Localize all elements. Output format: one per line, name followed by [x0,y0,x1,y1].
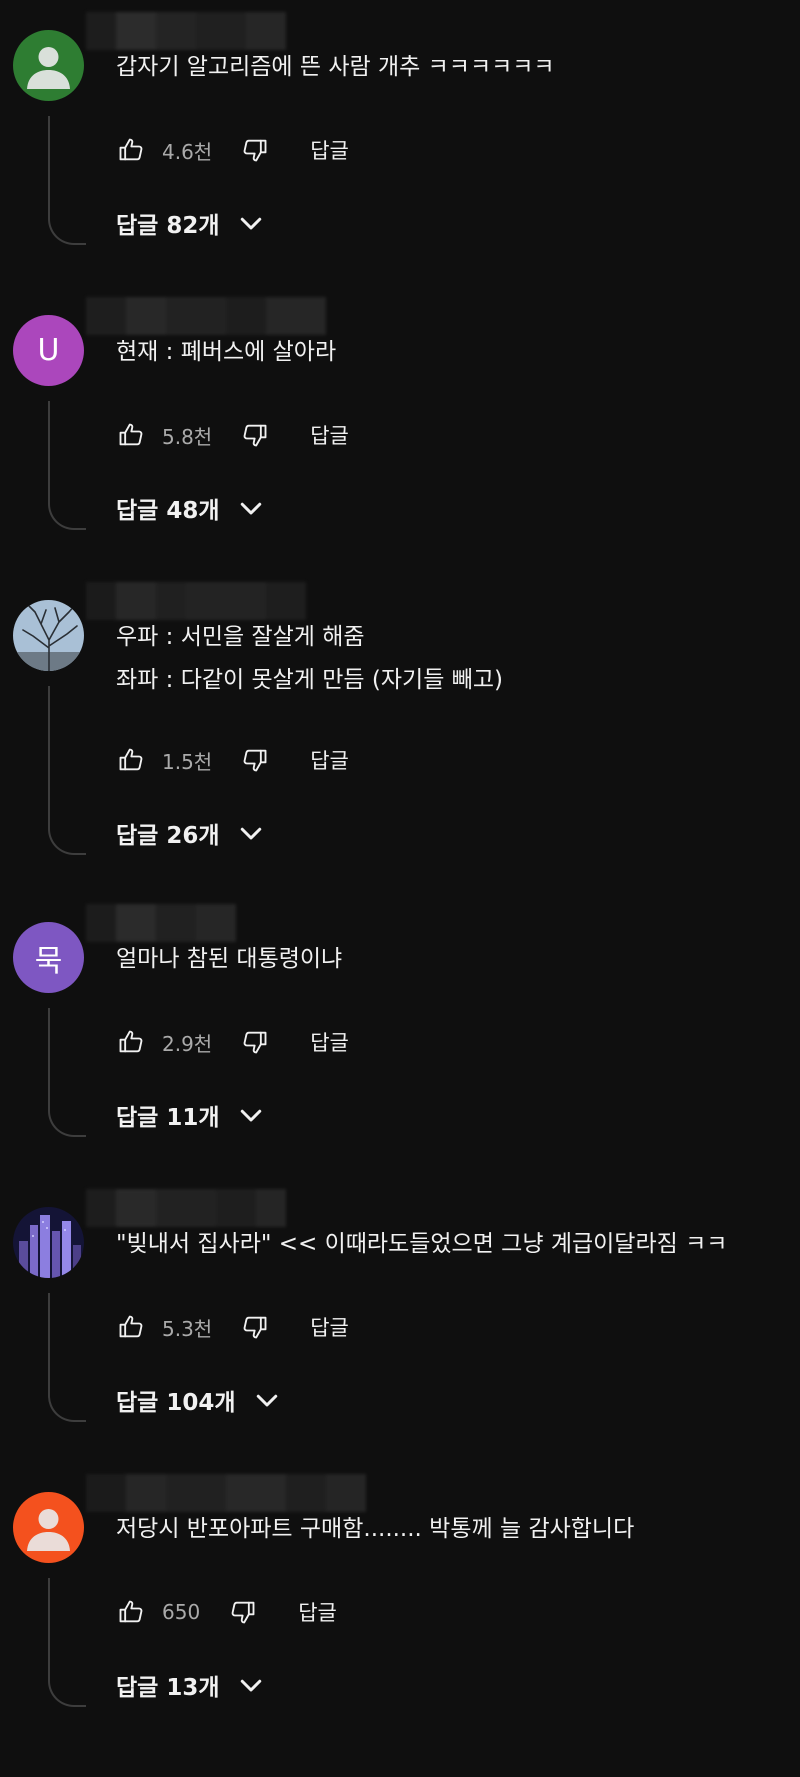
comment-item: 저당시 반포아파트 구매함........ 박통께 늘 감사합니다 650 답글답글… [0,1474,800,1777]
comment-item: U 현재 : 폐버스에 살아라 5.8천 답글답글 48개 [0,297,800,600]
author-name-redacted [86,297,326,335]
replies-count-label: 답글 104개 [116,1390,236,1416]
replies-count-label: 답글 26개 [116,823,220,849]
author-name-redacted [86,12,286,50]
view-replies-button[interactable]: 답글 13개 [116,1665,266,1705]
view-replies-button[interactable]: 답글 48개 [116,488,266,528]
chevron-down-icon [236,1670,266,1700]
avatar[interactable] [13,600,84,671]
like-icon[interactable] [116,745,146,775]
comment-text: 얼마나 참된 대통령이냐 [116,946,343,972]
chevron-down-icon [236,818,266,848]
comment-text: 우파 : 서민을 잘살게 해줌 좌파 : 다같이 못살게 만듬 (자기들 빼고) [116,624,503,693]
comment-item: 우파 : 서민을 잘살게 해줌 좌파 : 다같이 못살게 만듬 (자기들 빼고)… [0,582,800,885]
avatar[interactable] [13,1492,84,1563]
like-count: 2.9천 [162,1031,213,1056]
avatar[interactable] [13,30,84,101]
comment-text: 저당시 반포아파트 구매함........ 박통께 늘 감사합니다 [116,1516,635,1542]
thread-line [48,1293,86,1422]
view-replies-button[interactable]: 답글 104개 [116,1380,282,1420]
like-count: 4.6천 [162,139,213,164]
replies-count-label: 답글 13개 [116,1675,220,1701]
comment-actions: 4.6천 답글 [116,130,349,170]
dislike-icon[interactable] [228,1597,258,1627]
thread-line [48,686,86,855]
like-count: 5.8천 [162,424,213,449]
comment-item: 갑자기 알고리즘에 뜬 사람 개추 ㅋㅋㅋㅋㅋㅋ 4.6천 답글답글 82개 [0,12,800,315]
author-name-redacted [86,1189,286,1227]
dislike-icon[interactable] [240,420,270,450]
avatar[interactable]: 묵 [13,922,84,993]
dislike-icon[interactable] [240,1312,270,1342]
author-name-redacted [86,582,306,620]
dislike-icon[interactable] [240,1027,270,1057]
replies-count-label: 답글 48개 [116,498,220,524]
like-icon[interactable] [116,1027,146,1057]
chevron-down-icon [236,208,266,238]
avatar[interactable]: U [13,315,84,386]
like-count: 5.3천 [162,1316,213,1341]
comment-text: 현재 : 폐버스에 살아라 [116,339,337,365]
replies-count-label: 답글 11개 [116,1105,220,1131]
thread-line [48,1008,86,1137]
reply-button[interactable]: 답글 [310,1312,349,1342]
comment-actions: 1.5천 답글 [116,740,349,780]
like-icon[interactable] [116,1597,146,1627]
replies-count-label: 답글 82개 [116,213,220,239]
comment-actions: 2.9천 답글 [116,1022,349,1062]
reply-button[interactable]: 답글 [310,1027,349,1057]
view-replies-button[interactable]: 답글 82개 [116,203,266,243]
like-count: 650 [162,1600,201,1624]
thread-line [48,1578,86,1707]
chevron-down-icon [236,493,266,523]
reply-button[interactable]: 답글 [310,135,349,165]
comment-text: 갑자기 알고리즘에 뜬 사람 개추 ㅋㅋㅋㅋㅋㅋ [116,54,555,80]
comment-text: "빚내서 집사라" << 이때라도들었으면 그냥 계급이달라짐 ㅋㅋ [116,1231,728,1257]
comment-item: "빚내서 집사라" << 이때라도들었으면 그냥 계급이달라짐 ㅋㅋ 5.3천 답글… [0,1189,800,1492]
dislike-icon[interactable] [240,135,270,165]
like-count: 1.5천 [162,749,213,774]
comment-actions: 650 답글 [116,1592,337,1632]
thread-line [48,116,86,245]
chevron-down-icon [252,1385,282,1415]
author-name-redacted [86,904,236,942]
reply-button[interactable]: 답글 [298,1597,337,1627]
like-icon[interactable] [116,420,146,450]
thread-line [48,401,86,530]
like-icon[interactable] [116,135,146,165]
comment-item: 묵 얼마나 참된 대통령이냐 2.9천 답글답글 11개 [0,904,800,1207]
reply-button[interactable]: 답글 [310,745,349,775]
chevron-down-icon [236,1100,266,1130]
avatar-letter: U [37,333,60,368]
like-icon[interactable] [116,1312,146,1342]
avatar-letter: 묵 [34,943,63,979]
view-replies-button[interactable]: 답글 11개 [116,1095,266,1135]
avatar[interactable] [13,1207,84,1278]
author-name-redacted [86,1474,366,1512]
comment-actions: 5.8천 답글 [116,415,349,455]
view-replies-button[interactable]: 답글 26개 [116,813,266,853]
comment-actions: 5.3천 답글 [116,1307,349,1347]
dislike-icon[interactable] [240,745,270,775]
reply-button[interactable]: 답글 [310,420,349,450]
